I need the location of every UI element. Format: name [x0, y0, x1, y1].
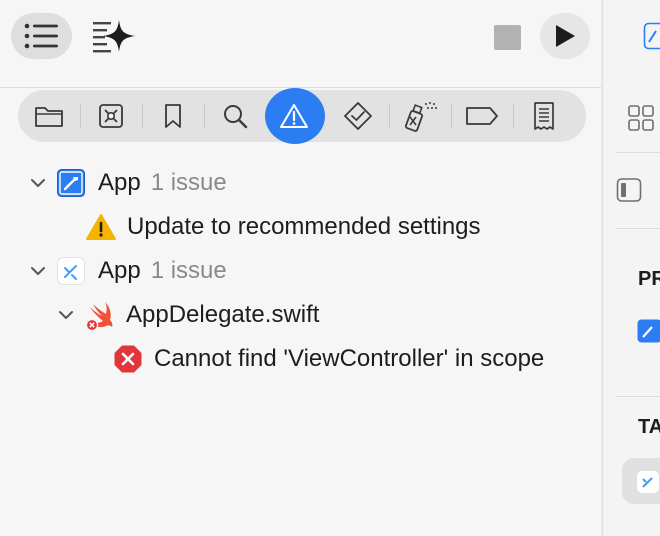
- navigator-selector-bar: [18, 88, 586, 144]
- stop-icon: [493, 24, 521, 50]
- sparkle-icon: [93, 20, 135, 53]
- grid-icon[interactable]: [627, 104, 655, 132]
- divider: [142, 104, 143, 128]
- divider: [513, 104, 514, 128]
- diamond-check-icon: [344, 102, 372, 130]
- issue-row[interactable]: Update to recommended settings: [86, 207, 481, 247]
- bookmark-icon: [165, 104, 181, 128]
- tab-report-navigator[interactable]: [516, 90, 572, 142]
- tab-issue-navigator[interactable]: [265, 88, 325, 144]
- divider: [616, 228, 660, 229]
- chevron-down-icon[interactable]: [57, 306, 75, 324]
- divider: [451, 104, 452, 128]
- list-icon: [24, 23, 58, 49]
- run-button[interactable]: [540, 13, 590, 59]
- tab-find[interactable]: [207, 90, 263, 142]
- tab-debug-navigator[interactable]: [392, 90, 448, 142]
- sidebar-toggle-button[interactable]: [11, 13, 72, 59]
- inspector-section-header: TA: [638, 416, 660, 438]
- divider: [204, 104, 205, 128]
- issue-group-row[interactable]: App 1 issue: [56, 163, 227, 203]
- divider: [616, 396, 660, 397]
- navigator-pane: App 1 issue Update to recommended settin…: [0, 0, 601, 536]
- tab-bookmarks[interactable]: [145, 90, 201, 142]
- issue-group-row[interactable]: App 1 issue: [56, 251, 227, 291]
- group-name: App: [98, 257, 141, 284]
- x-square-icon: [99, 104, 123, 128]
- tab-test-navigator[interactable]: [330, 90, 386, 142]
- inspector-section-header: PR: [638, 268, 660, 290]
- sidebar-icon[interactable]: [616, 177, 642, 203]
- divider: [80, 104, 81, 128]
- swift-file-icon: [85, 302, 113, 331]
- tag-icon: [466, 107, 498, 125]
- error-icon: [114, 345, 142, 373]
- tab-project-navigator[interactable]: [21, 90, 77, 142]
- file-inspector-icon[interactable]: [643, 22, 660, 50]
- divider: [389, 104, 390, 128]
- target-chip[interactable]: [622, 458, 660, 504]
- chevron-down-icon[interactable]: [29, 262, 47, 280]
- file-row[interactable]: AppDelegate.swift: [84, 295, 319, 335]
- warning-icon: [86, 214, 116, 240]
- spray-icon: [404, 102, 437, 132]
- xcode-project-icon: [57, 169, 85, 197]
- divider: [616, 152, 660, 153]
- issue-message: Update to recommended settings: [127, 213, 481, 240]
- warning-icon: [280, 104, 308, 128]
- issue-count: 1 issue: [150, 169, 227, 196]
- tab-breakpoint-navigator[interactable]: [454, 90, 510, 142]
- search-icon: [224, 105, 248, 129]
- xcode-project-icon[interactable]: [636, 318, 660, 344]
- play-icon: [556, 25, 575, 47]
- chevron-down-icon[interactable]: [29, 174, 47, 192]
- report-icon: [534, 102, 554, 130]
- issue-count: 1 issue: [150, 257, 227, 284]
- coding-assistant-button[interactable]: [86, 13, 140, 59]
- stop-button[interactable]: [493, 23, 521, 51]
- group-name: App: [98, 169, 141, 196]
- folder-icon: [35, 107, 63, 127]
- file-name: AppDelegate.swift: [126, 301, 320, 328]
- error-message[interactable]: Cannot find 'ViewController' in scope: [154, 343, 574, 375]
- tab-source-control[interactable]: [83, 90, 139, 142]
- app-target-icon: [57, 257, 85, 285]
- app-target-icon: [637, 471, 659, 493]
